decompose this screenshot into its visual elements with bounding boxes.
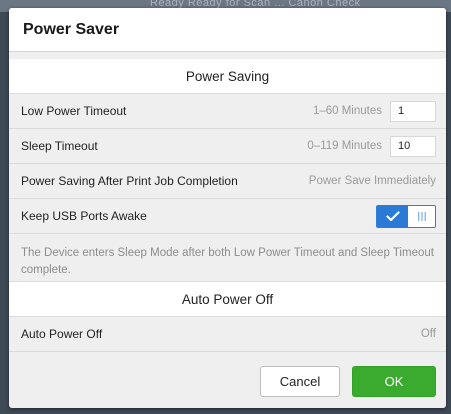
sleep-timeout-input[interactable] — [390, 135, 436, 157]
auto-power-off-label: Auto Power Off — [21, 327, 103, 341]
keep-usb-label: Keep USB Ports Awake — [21, 209, 147, 223]
sleep-mode-note: The Device enters Sleep Mode after both … — [21, 247, 434, 276]
dialog-title: Power Saver — [9, 8, 446, 52]
low-power-timeout-label: Low Power Timeout — [21, 104, 127, 118]
after-print-row[interactable]: Power Saving After Print Job Completion … — [9, 164, 446, 199]
keep-usb-row: Keep USB Ports Awake — [9, 199, 446, 234]
ok-button[interactable]: OK — [352, 365, 436, 397]
sleep-timeout-range: 0–119 Minutes — [307, 140, 382, 152]
low-power-timeout-row: Low Power Timeout 1–60 Minutes — [9, 94, 446, 129]
low-power-timeout-controls: 1–60 Minutes — [312, 100, 436, 122]
sleep-timeout-controls: 0–119 Minutes — [307, 135, 436, 157]
low-power-timeout-range: 1–60 Minutes — [312, 105, 382, 117]
after-print-label: Power Saving After Print Job Completion — [21, 174, 238, 188]
after-print-value: Power Save Immediately — [308, 175, 436, 187]
sleep-timeout-label: Sleep Timeout — [21, 139, 98, 153]
checkmark-icon — [377, 205, 408, 227]
section-header-auto-power-off: Auto Power Off — [9, 281, 446, 317]
power-saver-dialog: Power Saver Power Saving Low Power Timeo… — [9, 8, 446, 408]
cancel-button[interactable]: Cancel — [260, 365, 340, 397]
dialog-footer: Cancel OK — [9, 354, 446, 408]
sleep-timeout-row: Sleep Timeout 0–119 Minutes — [9, 129, 446, 164]
keep-usb-toggle[interactable] — [376, 204, 436, 228]
section-header-power-saving: Power Saving — [9, 59, 446, 94]
auto-power-off-row[interactable]: Auto Power Off Off — [9, 317, 446, 352]
low-power-timeout-input[interactable] — [390, 100, 436, 122]
toggle-grip-icon — [408, 205, 435, 227]
auto-power-off-value: Off — [420, 328, 436, 340]
